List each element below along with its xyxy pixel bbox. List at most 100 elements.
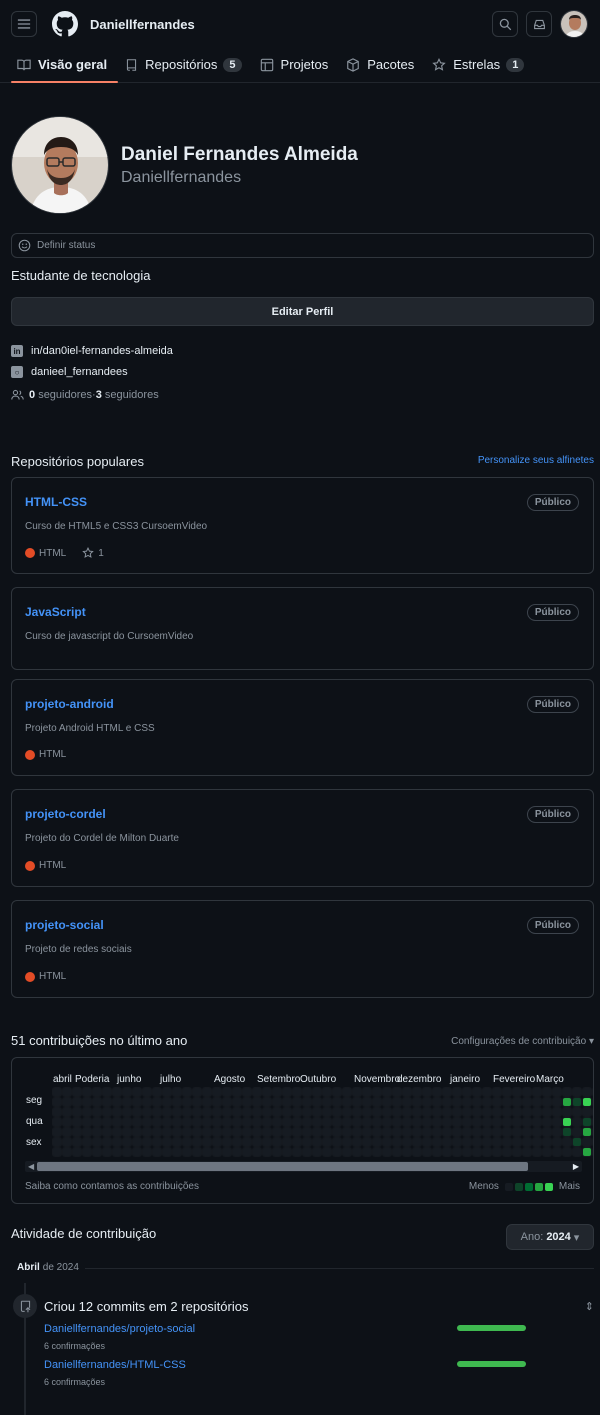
contribution-day-cell[interactable] — [512, 1147, 522, 1157]
activity-commit-count[interactable]: 6 confirmações — [44, 1377, 105, 1387]
contribution-day-cell[interactable] — [572, 1097, 582, 1107]
contribution-day-cell[interactable] — [572, 1117, 582, 1127]
contribution-day-cell[interactable] — [502, 1127, 512, 1137]
contribution-day-cell[interactable] — [392, 1137, 402, 1147]
contribution-day-cell[interactable] — [172, 1137, 182, 1147]
contribution-day-cell[interactable] — [142, 1137, 152, 1147]
contribution-day-cell[interactable] — [582, 1147, 592, 1157]
contribution-day-cell[interactable] — [462, 1097, 472, 1107]
tab-stars[interactable]: Estrelas 1 — [426, 48, 531, 81]
contribution-day-cell[interactable] — [422, 1147, 432, 1157]
contribution-day-cell[interactable] — [112, 1117, 122, 1127]
contribution-day-cell[interactable] — [232, 1107, 242, 1117]
contribution-day-cell[interactable] — [102, 1137, 112, 1147]
contribution-day-cell[interactable] — [202, 1097, 212, 1107]
contribution-day-cell[interactable] — [432, 1087, 442, 1097]
contribution-day-cell[interactable] — [532, 1147, 542, 1157]
contribution-day-cell[interactable] — [392, 1107, 402, 1117]
contribution-day-cell[interactable] — [482, 1147, 492, 1157]
tab-packages[interactable]: Pacotes — [340, 48, 421, 81]
contribution-day-cell[interactable] — [412, 1127, 422, 1137]
contribution-day-cell[interactable] — [112, 1087, 122, 1097]
github-logo-icon[interactable] — [52, 11, 78, 37]
contribution-day-cell[interactable] — [392, 1087, 402, 1097]
contribution-day-cell[interactable] — [362, 1097, 372, 1107]
contribution-day-cell[interactable] — [162, 1117, 172, 1127]
contribution-day-cell[interactable] — [182, 1087, 192, 1097]
contribution-day-cell[interactable] — [332, 1147, 342, 1157]
contribution-day-cell[interactable] — [82, 1127, 92, 1137]
contribution-day-cell[interactable] — [352, 1107, 362, 1117]
contribution-day-cell[interactable] — [82, 1107, 92, 1117]
profile-avatar[interactable] — [11, 116, 109, 214]
contribution-day-cell[interactable] — [52, 1127, 62, 1137]
contribution-day-cell[interactable] — [192, 1097, 202, 1107]
contribution-day-cell[interactable] — [392, 1117, 402, 1127]
activity-commit-count[interactable]: 6 confirmações — [44, 1341, 105, 1351]
contribution-day-cell[interactable] — [402, 1127, 412, 1137]
contribution-day-cell[interactable] — [202, 1107, 212, 1117]
contribution-day-cell[interactable] — [212, 1107, 222, 1117]
contribution-day-cell[interactable] — [272, 1107, 282, 1117]
contribution-day-cell[interactable] — [162, 1147, 172, 1157]
contribution-day-cell[interactable] — [52, 1147, 62, 1157]
contribution-day-cell[interactable] — [82, 1117, 92, 1127]
contribution-day-cell[interactable] — [282, 1147, 292, 1157]
contribution-day-cell[interactable] — [532, 1117, 542, 1127]
contribution-day-cell[interactable] — [92, 1137, 102, 1147]
contribution-day-cell[interactable] — [392, 1097, 402, 1107]
contribution-day-cell[interactable] — [542, 1087, 552, 1097]
contribution-day-cell[interactable] — [322, 1117, 332, 1127]
contribution-day-cell[interactable] — [122, 1137, 132, 1147]
contribution-day-cell[interactable] — [422, 1097, 432, 1107]
contribution-day-cell[interactable] — [432, 1147, 442, 1157]
contribution-day-cell[interactable] — [312, 1137, 322, 1147]
contribution-day-cell[interactable] — [82, 1097, 92, 1107]
contribution-day-cell[interactable] — [232, 1117, 242, 1127]
contribution-day-cell[interactable] — [182, 1107, 192, 1117]
contribution-day-cell[interactable] — [262, 1137, 272, 1147]
contribution-day-cell[interactable] — [132, 1147, 142, 1157]
contribution-day-cell[interactable] — [572, 1137, 582, 1147]
contribution-day-cell[interactable] — [492, 1127, 502, 1137]
contribution-day-cell[interactable] — [272, 1087, 282, 1097]
contribution-day-cell[interactable] — [162, 1137, 172, 1147]
contribution-day-cell[interactable] — [282, 1117, 292, 1127]
contribution-day-cell[interactable] — [472, 1147, 482, 1157]
contribution-day-cell[interactable] — [202, 1147, 212, 1157]
contribution-day-cell[interactable] — [202, 1127, 212, 1137]
contribution-day-cell[interactable] — [152, 1097, 162, 1107]
contribution-day-cell[interactable] — [92, 1117, 102, 1127]
contribution-day-cell[interactable] — [392, 1147, 402, 1157]
contribution-day-cell[interactable] — [172, 1147, 182, 1157]
contribution-day-cell[interactable] — [322, 1127, 332, 1137]
contribution-day-cell[interactable] — [442, 1097, 452, 1107]
contribution-day-cell[interactable] — [292, 1087, 302, 1097]
contribution-day-cell[interactable] — [502, 1107, 512, 1117]
contribution-day-cell[interactable] — [392, 1127, 402, 1137]
contribution-day-cell[interactable] — [222, 1127, 232, 1137]
contribution-day-cell[interactable] — [122, 1117, 132, 1127]
contribution-day-cell[interactable] — [402, 1087, 412, 1097]
contribution-day-cell[interactable] — [222, 1117, 232, 1127]
contribution-day-cell[interactable] — [312, 1097, 322, 1107]
contribution-day-cell[interactable] — [512, 1137, 522, 1147]
contribution-day-cell[interactable] — [112, 1137, 122, 1147]
contribution-day-cell[interactable] — [342, 1107, 352, 1117]
contribution-day-cell[interactable] — [262, 1097, 272, 1107]
contribution-day-cell[interactable] — [422, 1087, 432, 1097]
contribution-day-cell[interactable] — [292, 1117, 302, 1127]
contribution-day-cell[interactable] — [262, 1117, 272, 1127]
contribution-day-cell[interactable] — [262, 1107, 272, 1117]
contribution-day-cell[interactable] — [122, 1097, 132, 1107]
contribution-day-cell[interactable] — [562, 1097, 572, 1107]
contribution-day-cell[interactable] — [62, 1097, 72, 1107]
contribution-day-cell[interactable] — [502, 1097, 512, 1107]
contribution-day-cell[interactable] — [312, 1127, 322, 1137]
contribution-day-cell[interactable] — [312, 1107, 322, 1117]
contribution-day-cell[interactable] — [242, 1147, 252, 1157]
contribution-day-cell[interactable] — [382, 1107, 392, 1117]
contribution-day-cell[interactable] — [532, 1137, 542, 1147]
contribution-day-cell[interactable] — [52, 1117, 62, 1127]
contribution-day-cell[interactable] — [482, 1107, 492, 1117]
